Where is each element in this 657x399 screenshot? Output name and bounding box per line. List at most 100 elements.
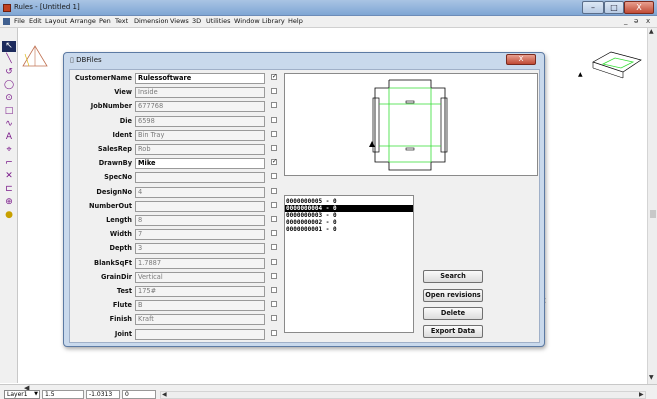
trim-icon[interactable]: ✕ xyxy=(2,171,16,182)
field-checkbox-finish[interactable] xyxy=(271,315,277,322)
field-checkbox-numberout[interactable] xyxy=(271,201,277,208)
layer-value: Layer1 xyxy=(7,391,28,398)
minimize-button[interactable]: – xyxy=(582,1,604,14)
field-checkbox-specno[interactable] xyxy=(271,173,277,180)
field-checkbox-ident[interactable] xyxy=(271,130,277,137)
field-checkbox-width[interactable] xyxy=(271,230,277,237)
field-input-jobnumber[interactable]: 677768 xyxy=(135,101,265,113)
curve-icon[interactable]: ∿ xyxy=(2,119,16,130)
field-checkbox-blanksqft[interactable] xyxy=(271,258,277,265)
scroll-left-arrow-icon[interactable]: ◀ xyxy=(162,391,167,398)
field-input-die[interactable]: 6598 xyxy=(135,115,265,127)
field-input-specno[interactable] xyxy=(135,172,265,184)
export-data-button[interactable]: Export Data xyxy=(423,325,483,338)
zoom-icon[interactable]: ⊕ xyxy=(2,197,16,208)
document-icon[interactable] xyxy=(3,18,10,25)
field-input-finish[interactable]: Kraft xyxy=(135,314,265,326)
delete-button[interactable]: Delete xyxy=(423,307,483,320)
revisions-list[interactable]: 0000000005 - 0 0000000004 - 0 0000000003… xyxy=(284,195,414,333)
list-item-selected[interactable]: 0000000004 - 0 xyxy=(285,205,413,212)
field-input-numberout[interactable] xyxy=(135,200,265,212)
field-checkbox-drawnby[interactable]: ✓ xyxy=(271,159,277,166)
circle-icon[interactable]: ◯ xyxy=(2,80,16,91)
field-checkbox-test[interactable] xyxy=(271,287,277,293)
text-icon[interactable]: A xyxy=(2,132,16,143)
app-icon[interactable] xyxy=(3,4,11,12)
field-checkbox-view[interactable] xyxy=(271,88,277,95)
field-label-flute: Flute xyxy=(112,301,132,310)
mdi-close-button[interactable]: x xyxy=(646,17,650,25)
menu-pen[interactable]: Pen xyxy=(99,17,111,25)
field-checkbox-length[interactable] xyxy=(271,216,277,222)
list-item[interactable]: 0000000002 - 0 xyxy=(285,219,413,226)
menu-text[interactable]: Text xyxy=(115,17,128,25)
field-checkbox-salesrep[interactable] xyxy=(271,145,277,151)
menu-library[interactable]: Library xyxy=(262,17,285,25)
field-checkbox-customername[interactable]: ✓ xyxy=(271,74,277,80)
field-input-blanksqft[interactable]: 1.7887 xyxy=(135,257,265,269)
menu-dimension[interactable]: Dimension xyxy=(134,17,169,25)
field-checkbox-flute[interactable] xyxy=(271,301,277,308)
field-input-designno[interactable]: 4 xyxy=(135,186,265,198)
maximize-button[interactable]: □ xyxy=(604,1,624,14)
pointer-icon[interactable]: ↖ xyxy=(2,41,16,52)
field-input-customername[interactable]: Rulessoftware xyxy=(135,73,265,84)
list-item[interactable]: 0000000003 - 0 xyxy=(285,212,413,219)
scroll-down-icon[interactable]: ▼ xyxy=(649,374,654,381)
rectangle-icon[interactable]: □ xyxy=(2,106,16,117)
menu-file[interactable]: File xyxy=(14,17,25,25)
field-input-drawnby[interactable]: Mike xyxy=(135,158,265,170)
field-input-graindir[interactable]: Vertical xyxy=(135,271,265,283)
field-checkbox-designno[interactable] xyxy=(271,187,277,194)
close-button[interactable]: X xyxy=(624,1,654,14)
field-input-test[interactable]: 175# xyxy=(135,286,265,297)
field-label-finish: Finish xyxy=(109,315,132,324)
field-checkbox-die[interactable] xyxy=(271,116,277,123)
field-checkbox-depth[interactable] xyxy=(271,244,277,251)
field-input-length[interactable]: 8 xyxy=(135,215,265,226)
layer-select[interactable]: Layer1 ▼ xyxy=(4,390,40,399)
scroll-right-arrow-icon[interactable]: ▶ xyxy=(639,391,644,398)
library-icon[interactable]: ● xyxy=(2,210,16,221)
arc-icon[interactable]: ↺ xyxy=(2,67,16,78)
scroll-up-icon[interactable]: ▲ xyxy=(649,28,654,35)
ellipse-icon[interactable]: ⊙ xyxy=(2,93,16,104)
field-input-view[interactable]: Inside xyxy=(135,87,265,99)
field-label-jobnumber: JobNumber xyxy=(90,102,132,111)
menu-window[interactable]: Window xyxy=(234,17,260,25)
field-input-joint[interactable] xyxy=(135,328,265,340)
dialog-close-button[interactable]: X xyxy=(506,54,536,65)
field-input-flute[interactable]: B xyxy=(135,300,265,312)
menu-3d[interactable]: 3D xyxy=(192,17,201,25)
mdi-minimize-button[interactable]: _ xyxy=(624,17,628,25)
vertical-scroll-thumb[interactable] xyxy=(650,210,656,218)
field-checkbox-jobnumber[interactable] xyxy=(271,102,277,109)
mdi-restore-button[interactable]: ə xyxy=(634,17,638,25)
field-checkbox-joint[interactable] xyxy=(271,329,277,336)
field-label-designno: DesignNo xyxy=(96,187,132,196)
menu-views[interactable]: Views xyxy=(170,17,189,25)
menu-layout[interactable]: Layout xyxy=(45,17,67,25)
open-revisions-button[interactable]: Open revisions xyxy=(423,289,483,302)
field-input-width[interactable]: 7 xyxy=(135,229,265,241)
field-checkbox-graindir[interactable] xyxy=(271,272,277,279)
field-label-customername: CustomerName xyxy=(74,74,132,82)
fillet-icon[interactable]: ⌐ xyxy=(2,158,16,169)
horizontal-scrollbar[interactable]: ◀ ▶ xyxy=(160,391,646,399)
offset-icon[interactable]: ⊏ xyxy=(2,184,16,195)
dimension-icon[interactable]: ⌖ xyxy=(2,145,16,156)
search-button[interactable]: Search xyxy=(423,270,483,283)
field-input-depth[interactable]: 3 xyxy=(135,243,265,255)
field-input-salesrep[interactable]: Rob xyxy=(135,144,265,155)
menu-utilities[interactable]: Utilities xyxy=(206,17,230,25)
line-icon[interactable]: ╲ xyxy=(2,54,16,65)
menu-arrange[interactable]: Arrange xyxy=(70,17,96,25)
field-label-specno: SpecNo xyxy=(104,173,132,182)
vertical-scrollbar[interactable]: ▲ ▼ xyxy=(647,28,657,384)
list-item[interactable]: 0000000001 - 0 xyxy=(285,226,413,233)
scale-field[interactable]: 1.5 xyxy=(42,390,84,399)
menu-help[interactable]: Help xyxy=(288,17,303,25)
list-item[interactable]: 0000000005 - 0 xyxy=(285,198,413,205)
field-input-ident[interactable]: Bin Tray xyxy=(135,129,265,141)
menu-edit[interactable]: Edit xyxy=(29,17,42,25)
